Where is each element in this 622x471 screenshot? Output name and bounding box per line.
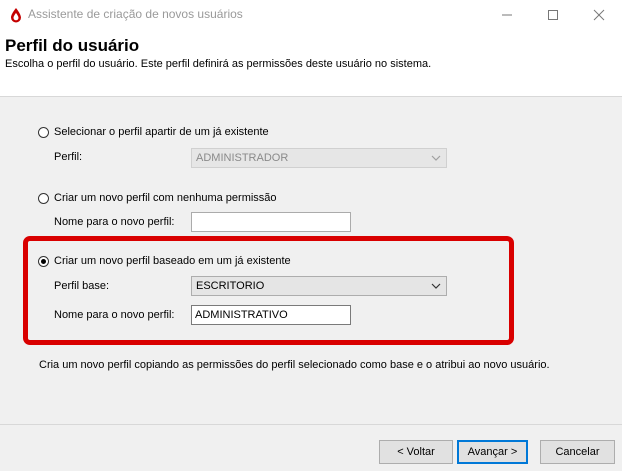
cancel-button[interactable]: Cancelar [540,440,615,464]
based-profile-name-label: Nome para o novo perfil: [54,309,175,321]
radio-based-label: Criar um novo perfil baseado em um já ex… [54,255,291,267]
radio-existing-profile[interactable]: Selecionar o perfil apartir de um já exi… [38,124,269,140]
option-description: Cria um novo perfil copiando as permissõ… [39,359,550,371]
base-profile-select[interactable]: ESCRITORIO [191,276,447,296]
maximize-icon [548,10,558,20]
app-drop-icon [11,8,21,23]
radio-button[interactable] [38,192,49,204]
wizard-header: Perfil do usuário Escolha o perfil do us… [0,30,622,97]
radio-existing-label: Selecionar o perfil apartir de um já exi… [54,126,269,138]
base-profile-label: Perfil base: [54,280,110,292]
minimize-icon [502,14,512,16]
radio-empty-label: Criar um novo perfil com nenhuma permiss… [54,192,277,204]
close-button[interactable] [576,0,622,30]
chevron-down-icon [431,283,441,289]
based-profile-name-field[interactable]: ADMINISTRATIVO [191,305,351,325]
window-title: Assistente de criação de novos usuários [28,7,243,21]
profile-select[interactable]: ADMINISTRADOR [191,148,447,168]
minimize-button[interactable] [484,0,530,30]
title-bar: Assistente de criação de novos usuários [0,0,622,30]
radio-button[interactable] [38,126,49,138]
chevron-down-icon [431,155,441,161]
close-icon [593,9,605,21]
new-profile-name-field[interactable] [191,212,351,232]
radio-empty-profile[interactable]: Criar um novo perfil com nenhuma permiss… [38,190,277,206]
back-button[interactable]: < Voltar [379,440,453,464]
base-profile-select-value: ESCRITORIO [196,280,265,292]
page-title: Perfil do usuário [5,36,140,55]
footer-divider [0,424,622,425]
new-profile-name-label: Nome para o novo perfil: [54,216,175,228]
radio-button-checked[interactable] [38,255,49,267]
profile-select-value: ADMINISTRADOR [196,152,289,164]
page-subtitle: Escolha o perfil do usuário. Este perfil… [5,58,432,70]
radio-based-profile[interactable]: Criar um novo perfil baseado em um já ex… [38,253,291,269]
profile-label: Perfil: [54,151,83,163]
next-button[interactable]: Avançar > [457,440,528,464]
maximize-button[interactable] [530,0,576,30]
